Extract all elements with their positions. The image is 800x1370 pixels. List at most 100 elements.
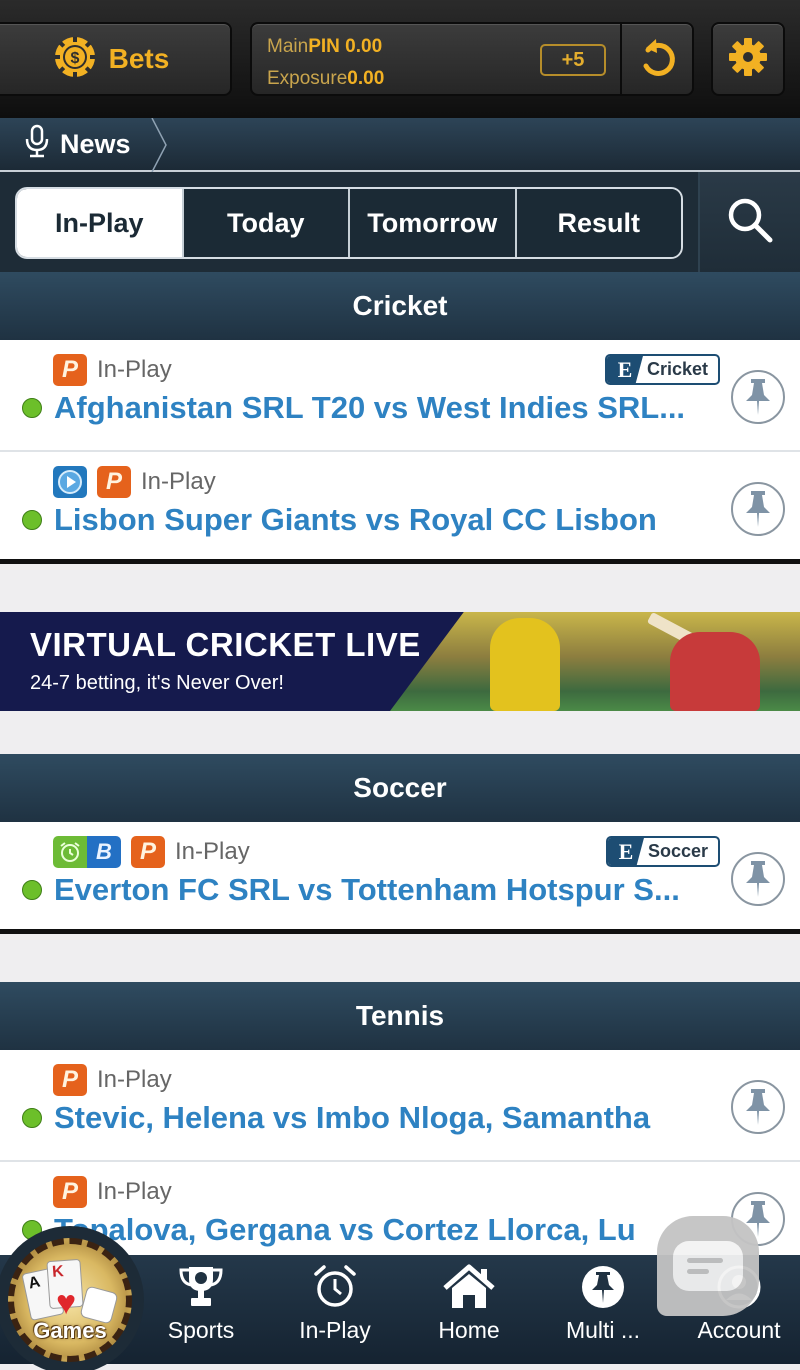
refresh-button[interactable] <box>620 22 694 96</box>
news-label: News <box>60 129 131 159</box>
plus-badge[interactable]: +5 <box>540 44 606 76</box>
event-title[interactable]: Stevic, Helena vs Imbo Nloga, Samantha <box>54 1100 650 1136</box>
pin-icon <box>581 1263 625 1311</box>
section-header-tennis: Tennis <box>0 982 800 1050</box>
event-title[interactable]: Everton FC SRL vs Tottenham Hotspur S... <box>54 872 680 908</box>
news-link[interactable]: News <box>24 124 131 165</box>
settings-button[interactable] <box>711 22 785 96</box>
event-meta: P In-Play <box>53 354 172 386</box>
event-meta: P In-Play <box>53 466 216 498</box>
svg-text:$: $ <box>70 50 79 67</box>
p-icon: P <box>131 836 165 868</box>
pin-button[interactable] <box>731 852 785 906</box>
exposure-balance: Exposure0.00 <box>267 68 384 90</box>
nav-in-play[interactable]: In-Play <box>270 1255 400 1360</box>
p-icon: P <box>53 1176 87 1208</box>
esport-badge-label: Cricket <box>646 359 708 379</box>
banner-subline: 24-7 betting, it's Never Over! <box>30 672 284 694</box>
nav-sports[interactable]: Sports <box>136 1255 266 1360</box>
exposure-value: 0.00 <box>347 68 385 89</box>
main-balance-currency: PIN <box>308 36 340 57</box>
live-indicator <box>22 1108 42 1128</box>
p-icon: P <box>53 354 87 386</box>
tab-today[interactable]: Today <box>181 189 348 257</box>
home-icon <box>442 1263 496 1311</box>
search-icon <box>725 195 775 250</box>
games-label: Games <box>33 1318 107 1343</box>
nav-in-play-label: In-Play <box>299 1317 371 1343</box>
refresh-icon <box>636 36 678 83</box>
event-meta: B P In-Play <box>53 836 250 868</box>
section-header-soccer: Soccer <box>0 754 800 822</box>
balance-panel[interactable]: MainPIN 0.00 Exposure0.00 +5 <box>250 22 622 96</box>
nav-sports-label: Sports <box>167 1317 235 1343</box>
nav-account-label: Account <box>697 1317 781 1343</box>
esport-badge-label: Soccer <box>647 841 708 861</box>
chat-button[interactable] <box>657 1216 759 1316</box>
esport-badge: E Soccer <box>605 836 720 867</box>
main-balance-label: Main <box>267 36 309 57</box>
banner-player-bowler <box>490 618 560 711</box>
p-icon: P <box>97 466 131 498</box>
b-icon: B <box>87 836 121 868</box>
event-status: In-Play <box>175 838 250 865</box>
event-meta: P In-Play <box>53 1176 172 1208</box>
event-title[interactable]: Lisbon Super Giants vs Royal CC Lisbon <box>54 502 657 538</box>
bets-label: Bets <box>108 43 170 74</box>
event-status: In-Play <box>97 1066 172 1093</box>
pin-icon <box>746 491 770 527</box>
pin-icon <box>746 1089 770 1125</box>
section-header-cricket: Cricket <box>0 272 800 340</box>
event-row[interactable]: P In-Play Stevic, Helena vs Imbo Nloga, … <box>0 1050 800 1162</box>
alarm-bookmaker-badge: B <box>53 836 121 868</box>
p-icon: P <box>53 1064 87 1096</box>
chevron-right-icon <box>150 117 170 177</box>
chat-bubble-icon <box>673 1241 743 1291</box>
event-row[interactable]: B P In-Play E Soccer Everton FC SRL vs T… <box>0 822 800 934</box>
event-status: In-Play <box>141 468 216 495</box>
main-balance: MainPIN 0.00 <box>267 36 382 58</box>
tab-result[interactable]: Result <box>514 189 681 257</box>
tab-tomorrow[interactable]: Tomorrow <box>348 189 515 257</box>
search-button[interactable] <box>698 172 800 272</box>
nav-multi[interactable]: Multi ... <box>538 1255 668 1360</box>
nav-multi-label: Multi ... <box>565 1317 641 1343</box>
live-indicator <box>22 398 42 418</box>
event-title[interactable]: Afghanistan SRL T20 vs West Indies SRL..… <box>54 390 685 426</box>
nav-home-label: Home <box>438 1317 500 1343</box>
pin-button[interactable] <box>731 1080 785 1134</box>
main-balance-value: 0.00 <box>345 36 383 57</box>
banner-headline: VIRTUAL CRICKET LIVE <box>30 626 421 663</box>
games-chip-icon: A K ♥ Games <box>8 1238 132 1362</box>
pin-button[interactable] <box>731 370 785 424</box>
event-title[interactable]: Topalova, Gergana vs Cortez Llorca, Lu <box>54 1212 636 1248</box>
event-status: In-Play <box>97 356 172 383</box>
event-meta: P In-Play <box>53 1064 172 1096</box>
live-stream-icon <box>53 466 87 498</box>
event-row[interactable]: P In-Play Lisbon Super Giants vs Royal C… <box>0 452 800 564</box>
alarm-clock-icon <box>53 836 87 868</box>
event-row[interactable]: P In-Play E Cricket Afghanistan SRL T20 … <box>0 340 800 452</box>
games-button[interactable]: A K ♥ Games <box>0 1226 144 1370</box>
event-status: In-Play <box>97 1178 172 1205</box>
pin-icon <box>746 861 770 897</box>
gear-icon <box>727 36 769 83</box>
coin-chip-icon: $ <box>53 35 97 84</box>
banner-player-batsman <box>670 632 760 711</box>
e-icon: E <box>607 838 644 865</box>
tab-in-play[interactable]: In-Play <box>17 189 182 257</box>
news-bar: News <box>0 117 800 173</box>
bets-button[interactable]: $ Bets <box>0 22 232 96</box>
esport-badge: E Cricket <box>604 354 720 385</box>
top-bar: $ Bets MainPIN 0.00 Exposure0.00 +5 <box>0 0 800 118</box>
date-tabs: In-Play Today Tomorrow Result <box>15 187 683 259</box>
banner-image <box>390 612 800 711</box>
trophy-icon <box>177 1263 225 1311</box>
pin-icon <box>746 379 770 415</box>
virtual-cricket-banner[interactable]: VIRTUAL CRICKET LIVE 24-7 betting, it's … <box>0 612 800 711</box>
microphone-icon <box>24 124 50 165</box>
exposure-label: Exposure <box>267 68 348 89</box>
pin-button[interactable] <box>731 482 785 536</box>
date-filter-bar: In-Play Today Tomorrow Result <box>0 172 800 272</box>
nav-home[interactable]: Home <box>404 1255 534 1360</box>
